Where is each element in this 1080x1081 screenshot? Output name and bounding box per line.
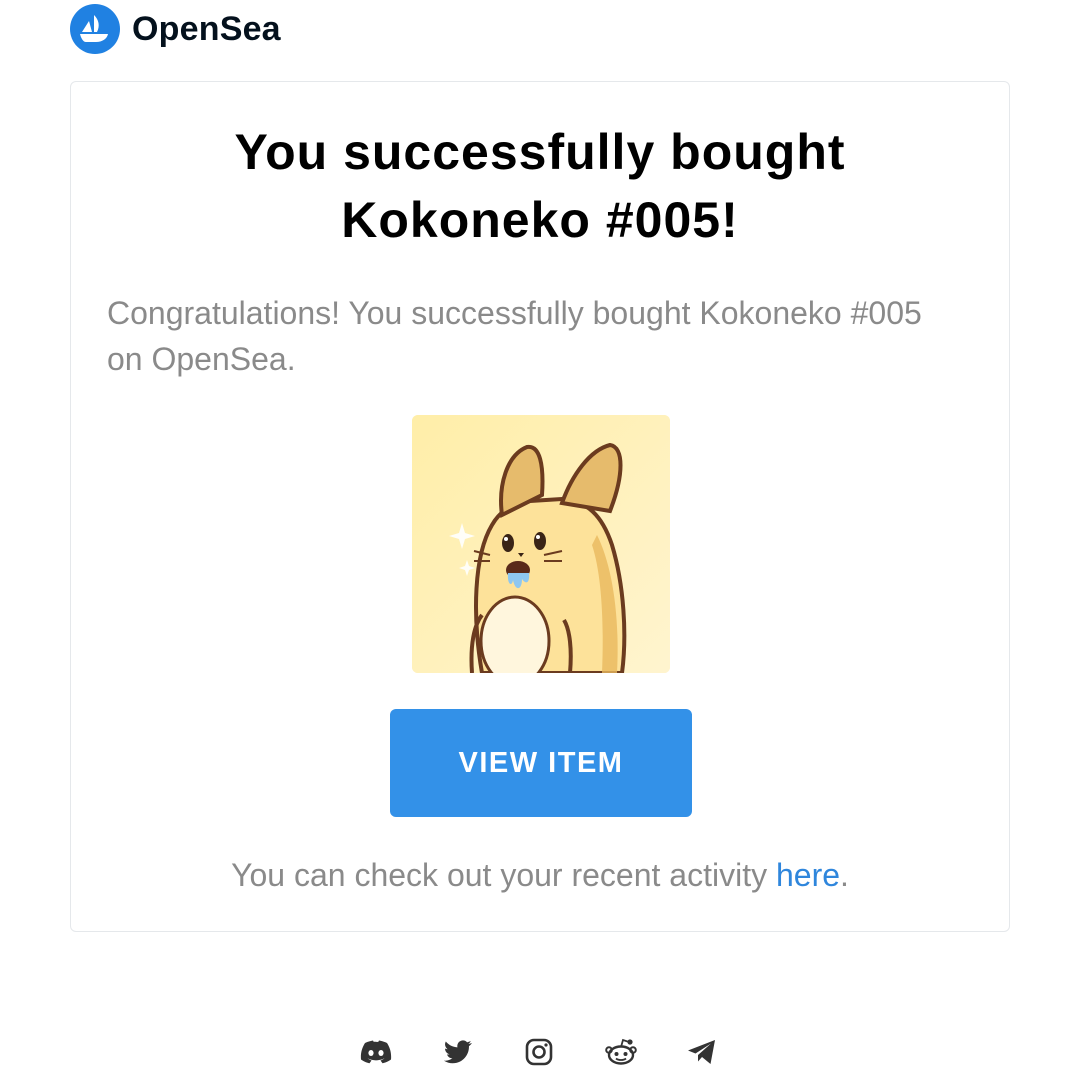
recent-activity-note: You can check out your recent activity h…: [71, 852, 1009, 898]
recent-activity-suffix: .: [840, 857, 849, 893]
reddit-icon[interactable]: [603, 1034, 639, 1070]
brand-name: OpenSea: [132, 9, 281, 48]
telegram-icon[interactable]: [684, 1034, 720, 1070]
recent-activity-text: You can check out your recent activity: [231, 857, 776, 893]
twitter-icon[interactable]: [440, 1034, 476, 1070]
instagram-icon[interactable]: [521, 1034, 557, 1070]
purchase-card: You successfully bought Kokoneko #005! C…: [70, 81, 1010, 932]
message: Congratulations! You successfully bought…: [107, 295, 922, 377]
social-links: [358, 1034, 720, 1070]
nft-image[interactable]: [412, 415, 670, 673]
opensea-boat-icon: [70, 4, 120, 54]
opensea-logo[interactable]: OpenSea: [70, 4, 281, 54]
discord-icon[interactable]: [358, 1034, 394, 1070]
headline: You successfully bought Kokoneko #005!: [234, 124, 846, 248]
view-item-button[interactable]: VIEW ITEM: [390, 709, 692, 817]
recent-activity-link[interactable]: here: [776, 857, 840, 893]
